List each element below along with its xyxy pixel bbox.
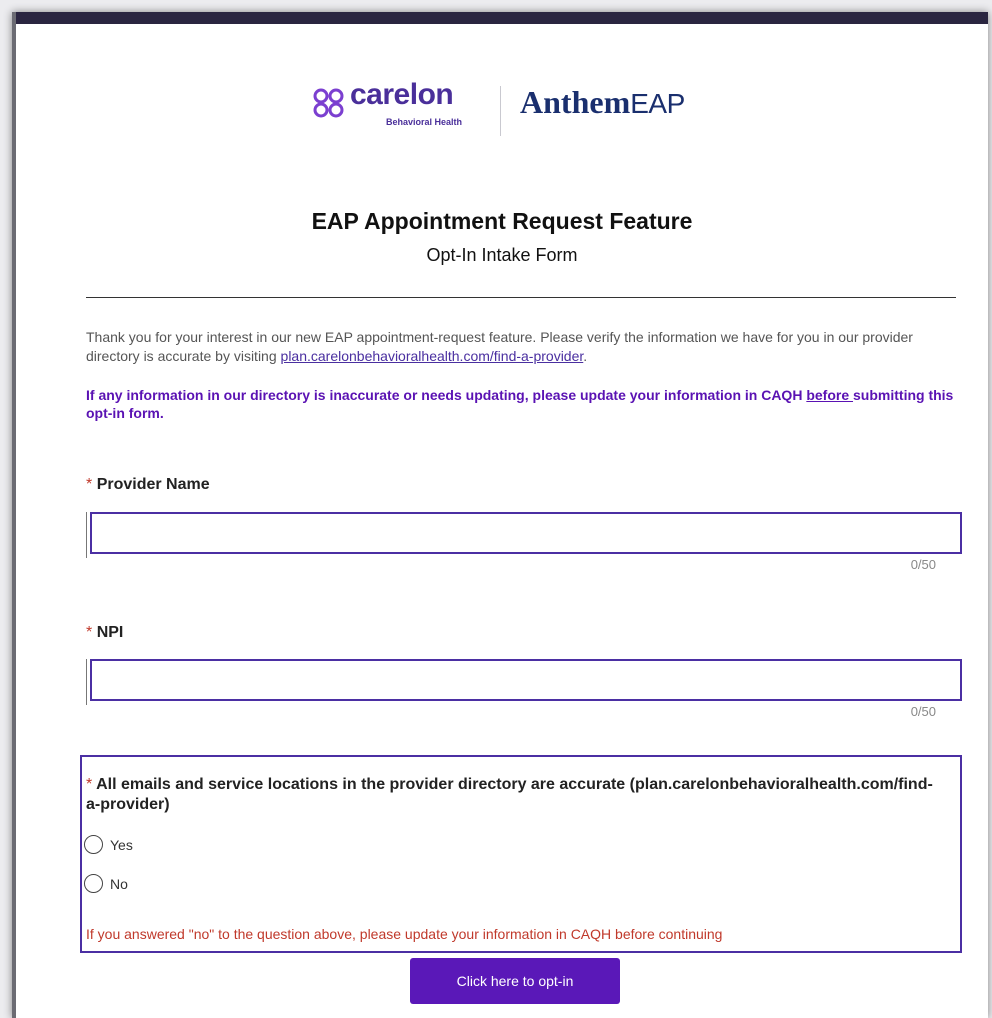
anthem-eap-logo: AnthemEAP <box>520 84 685 121</box>
radio-no-label: No <box>110 875 128 892</box>
carelon-wordmark: carelon <box>350 78 454 111</box>
provider-directory-link[interactable]: plan.carelonbehavioralhealth.com/find-a-… <box>281 348 584 364</box>
form-subtitle: Opt-In Intake Form <box>426 245 578 265</box>
form-title: EAP Appointment Request Feature <box>311 208 693 234</box>
logo-header: carelon Behavioral Health AnthemEAP <box>16 78 988 138</box>
provider-name-label: * Provider Name <box>86 476 210 494</box>
anthem-eap-suffix: EAP <box>630 88 685 119</box>
carelon-logo: carelon Behavioral Health <box>312 78 512 138</box>
npi-input[interactable] <box>90 659 962 701</box>
provider-name-counter: 0/50 <box>910 557 936 572</box>
question-label: * All emails and service locations in th… <box>86 775 946 815</box>
required-marker: * <box>86 776 93 793</box>
intro-end: . <box>583 348 588 364</box>
provider-name-input[interactable] <box>90 512 962 554</box>
radio-circle-icon[interactable] <box>84 835 103 854</box>
radio-yes-label: Yes <box>110 836 133 853</box>
provider-name-label-text: Provider Name <box>96 476 210 493</box>
caqh-warning: If any information in our directory is i… <box>86 386 966 422</box>
required-marker: * <box>86 624 93 641</box>
warning-part1: If any information in our directory is i… <box>86 387 807 403</box>
form-card: carelon Behavioral Health AnthemEAP EAP … <box>12 12 988 1018</box>
opt-in-button[interactable]: Click here to opt-in <box>410 958 620 1004</box>
required-marker: * <box>86 476 93 493</box>
npi-label: * NPI <box>86 624 123 642</box>
anthem-wordmark: Anthem <box>520 84 631 120</box>
carelon-subtitle: Behavioral Health <box>386 117 463 127</box>
question-note: If you answered "no" to the question abo… <box>86 926 723 942</box>
input-edge <box>86 659 87 705</box>
warning-before: before <box>806 387 854 403</box>
intro-text: Thank you for your interest in our new E… <box>86 328 966 366</box>
input-edge <box>86 512 87 558</box>
title-divider <box>86 297 956 298</box>
radio-option-no[interactable]: No <box>84 874 128 893</box>
radio-option-yes[interactable]: Yes <box>84 835 133 854</box>
npi-field-wrap <box>86 659 962 705</box>
logo-divider <box>500 86 501 136</box>
carelon-mark-icon <box>313 88 344 118</box>
provider-name-field-wrap <box>86 512 962 558</box>
question-text: All emails and service locations in the … <box>86 776 933 813</box>
directory-accuracy-question: * All emails and service locations in th… <box>80 755 962 953</box>
radio-circle-icon[interactable] <box>84 874 103 893</box>
top-bar <box>16 12 988 24</box>
npi-counter: 0/50 <box>910 704 936 719</box>
npi-label-text: NPI <box>96 624 124 641</box>
